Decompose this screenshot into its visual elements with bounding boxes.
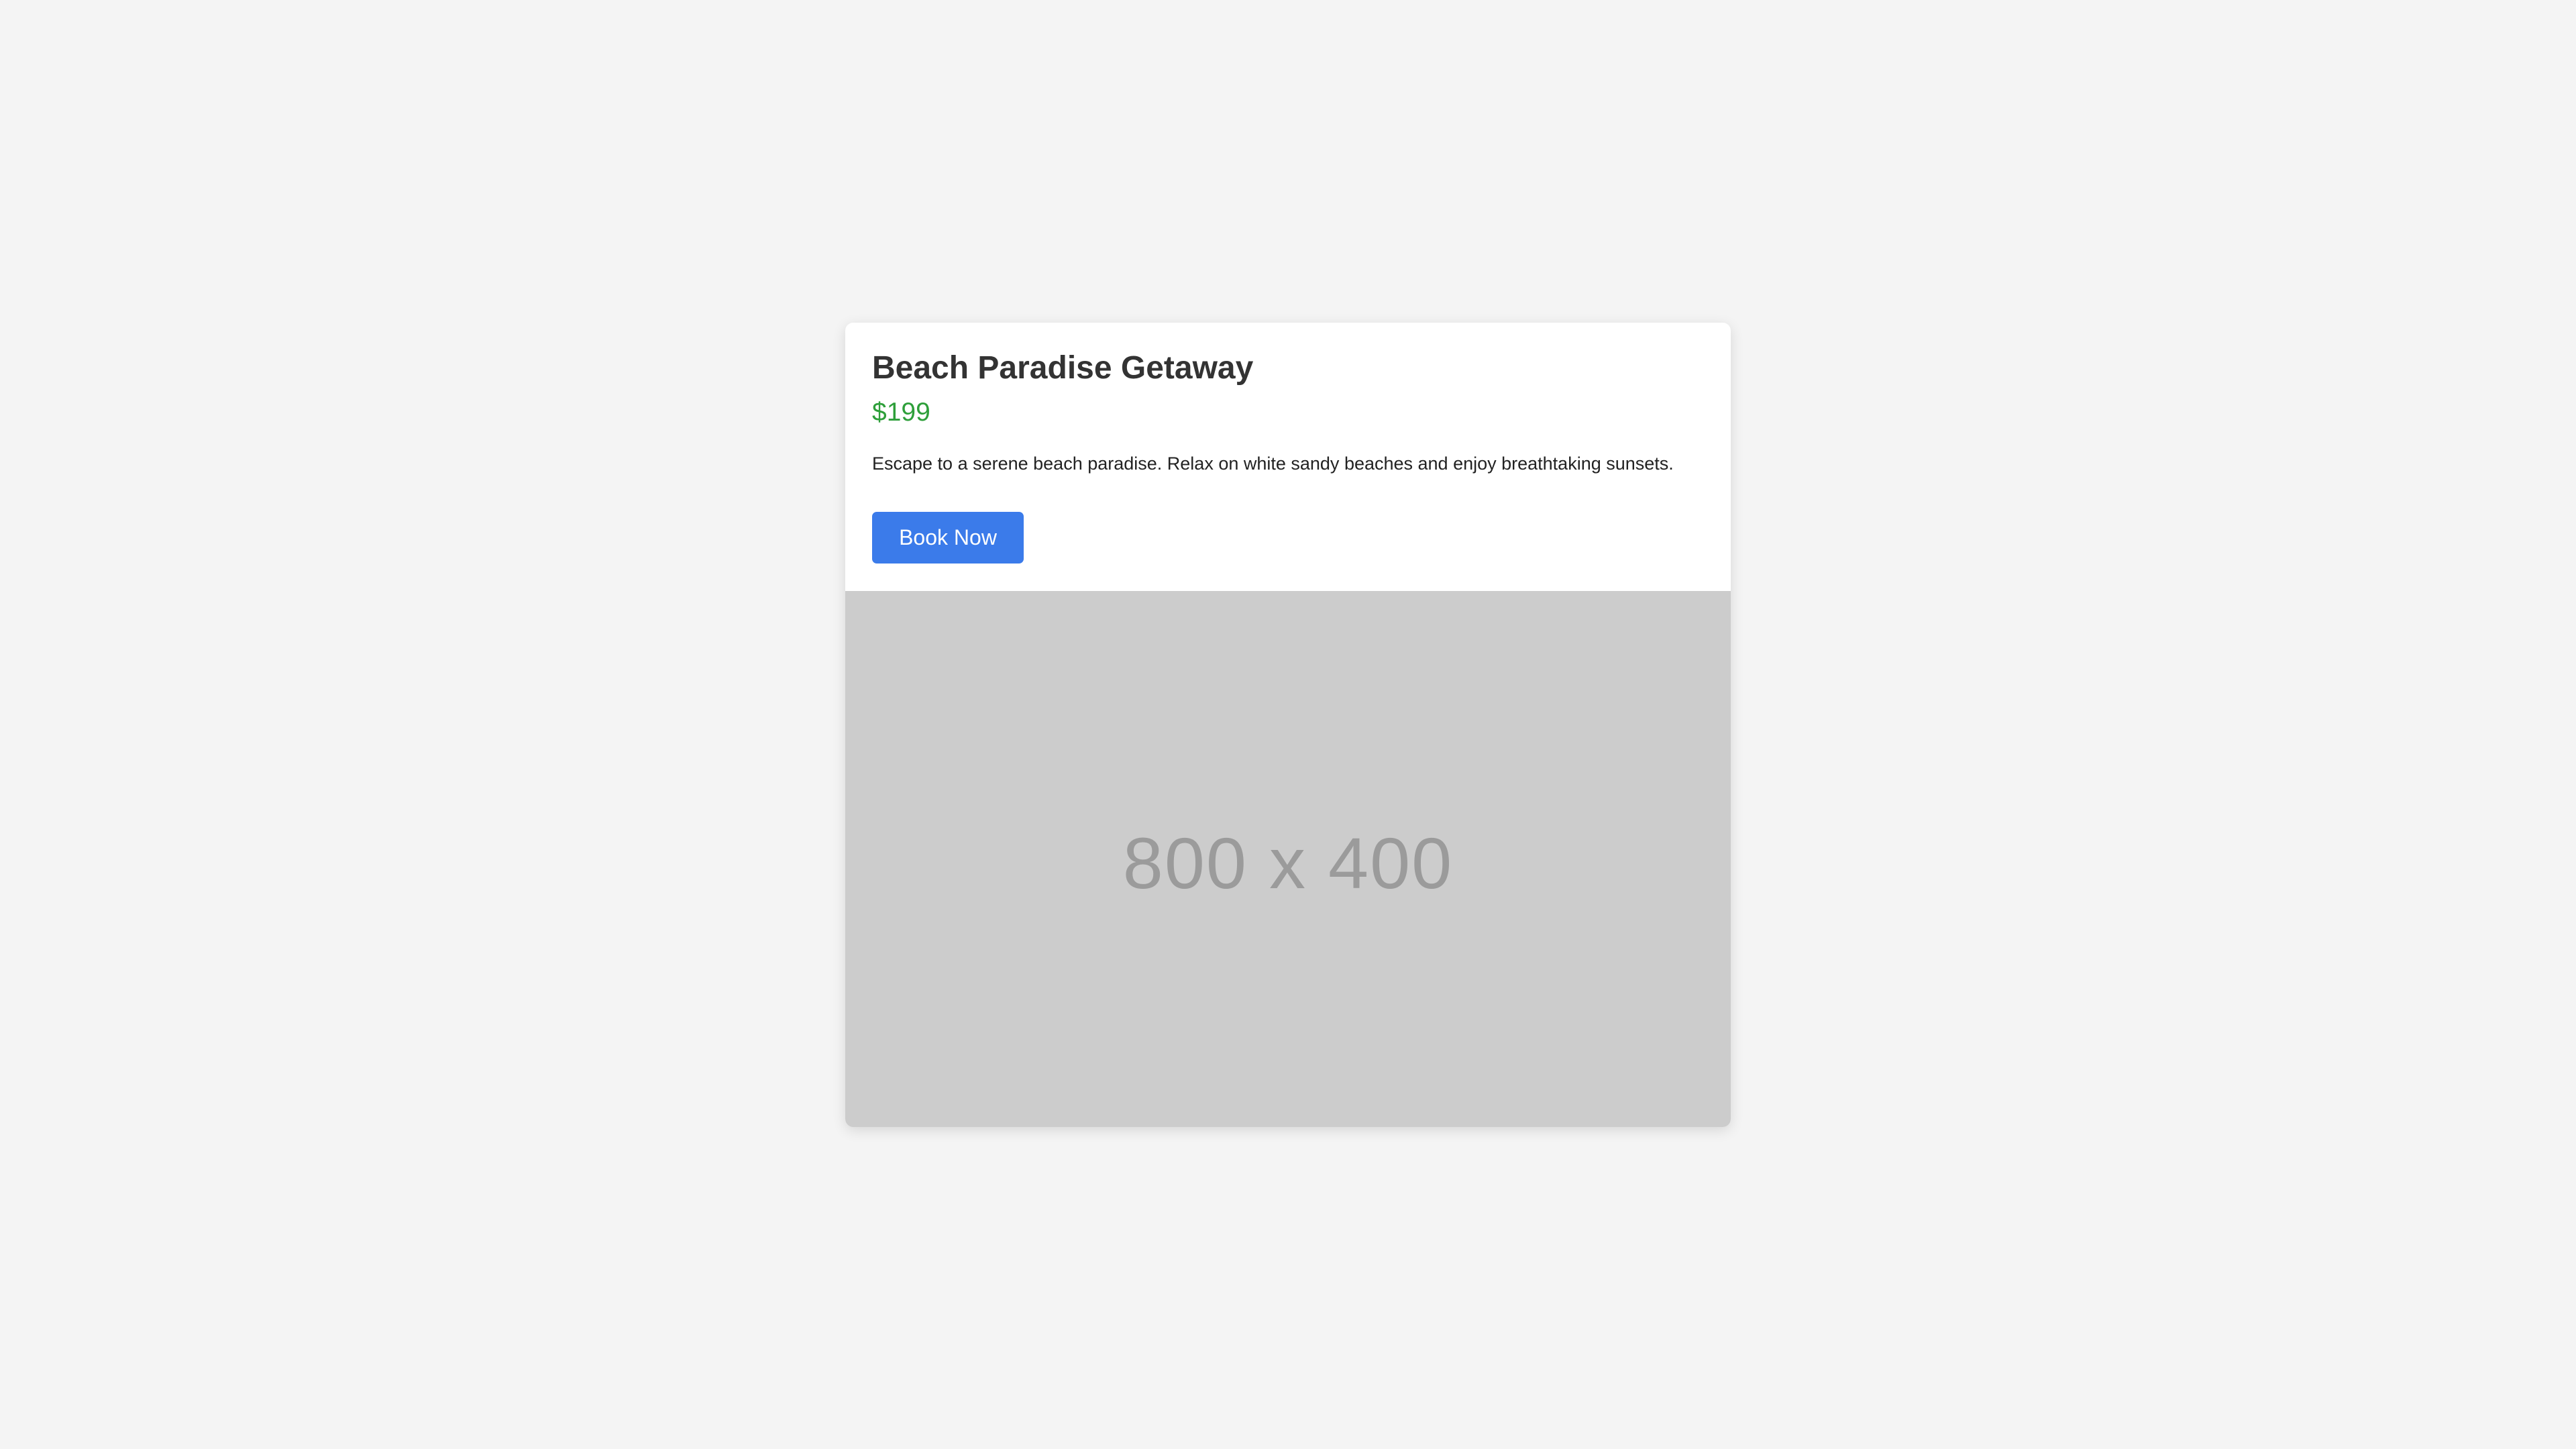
image-placeholder-label: 800 x 400 (1122, 822, 1454, 904)
product-card: Beach Paradise Getaway $199 Escape to a … (845, 323, 1731, 1127)
card-body: Beach Paradise Getaway $199 Escape to a … (845, 323, 1731, 591)
price-label: $199 (872, 398, 930, 427)
product-image-placeholder: 800 x 400 (845, 591, 1731, 1127)
book-now-button[interactable]: Book Now (872, 512, 1024, 564)
card-title: Beach Paradise Getaway (872, 350, 1254, 386)
card-description: Escape to a serene beach paradise. Relax… (872, 453, 1674, 474)
